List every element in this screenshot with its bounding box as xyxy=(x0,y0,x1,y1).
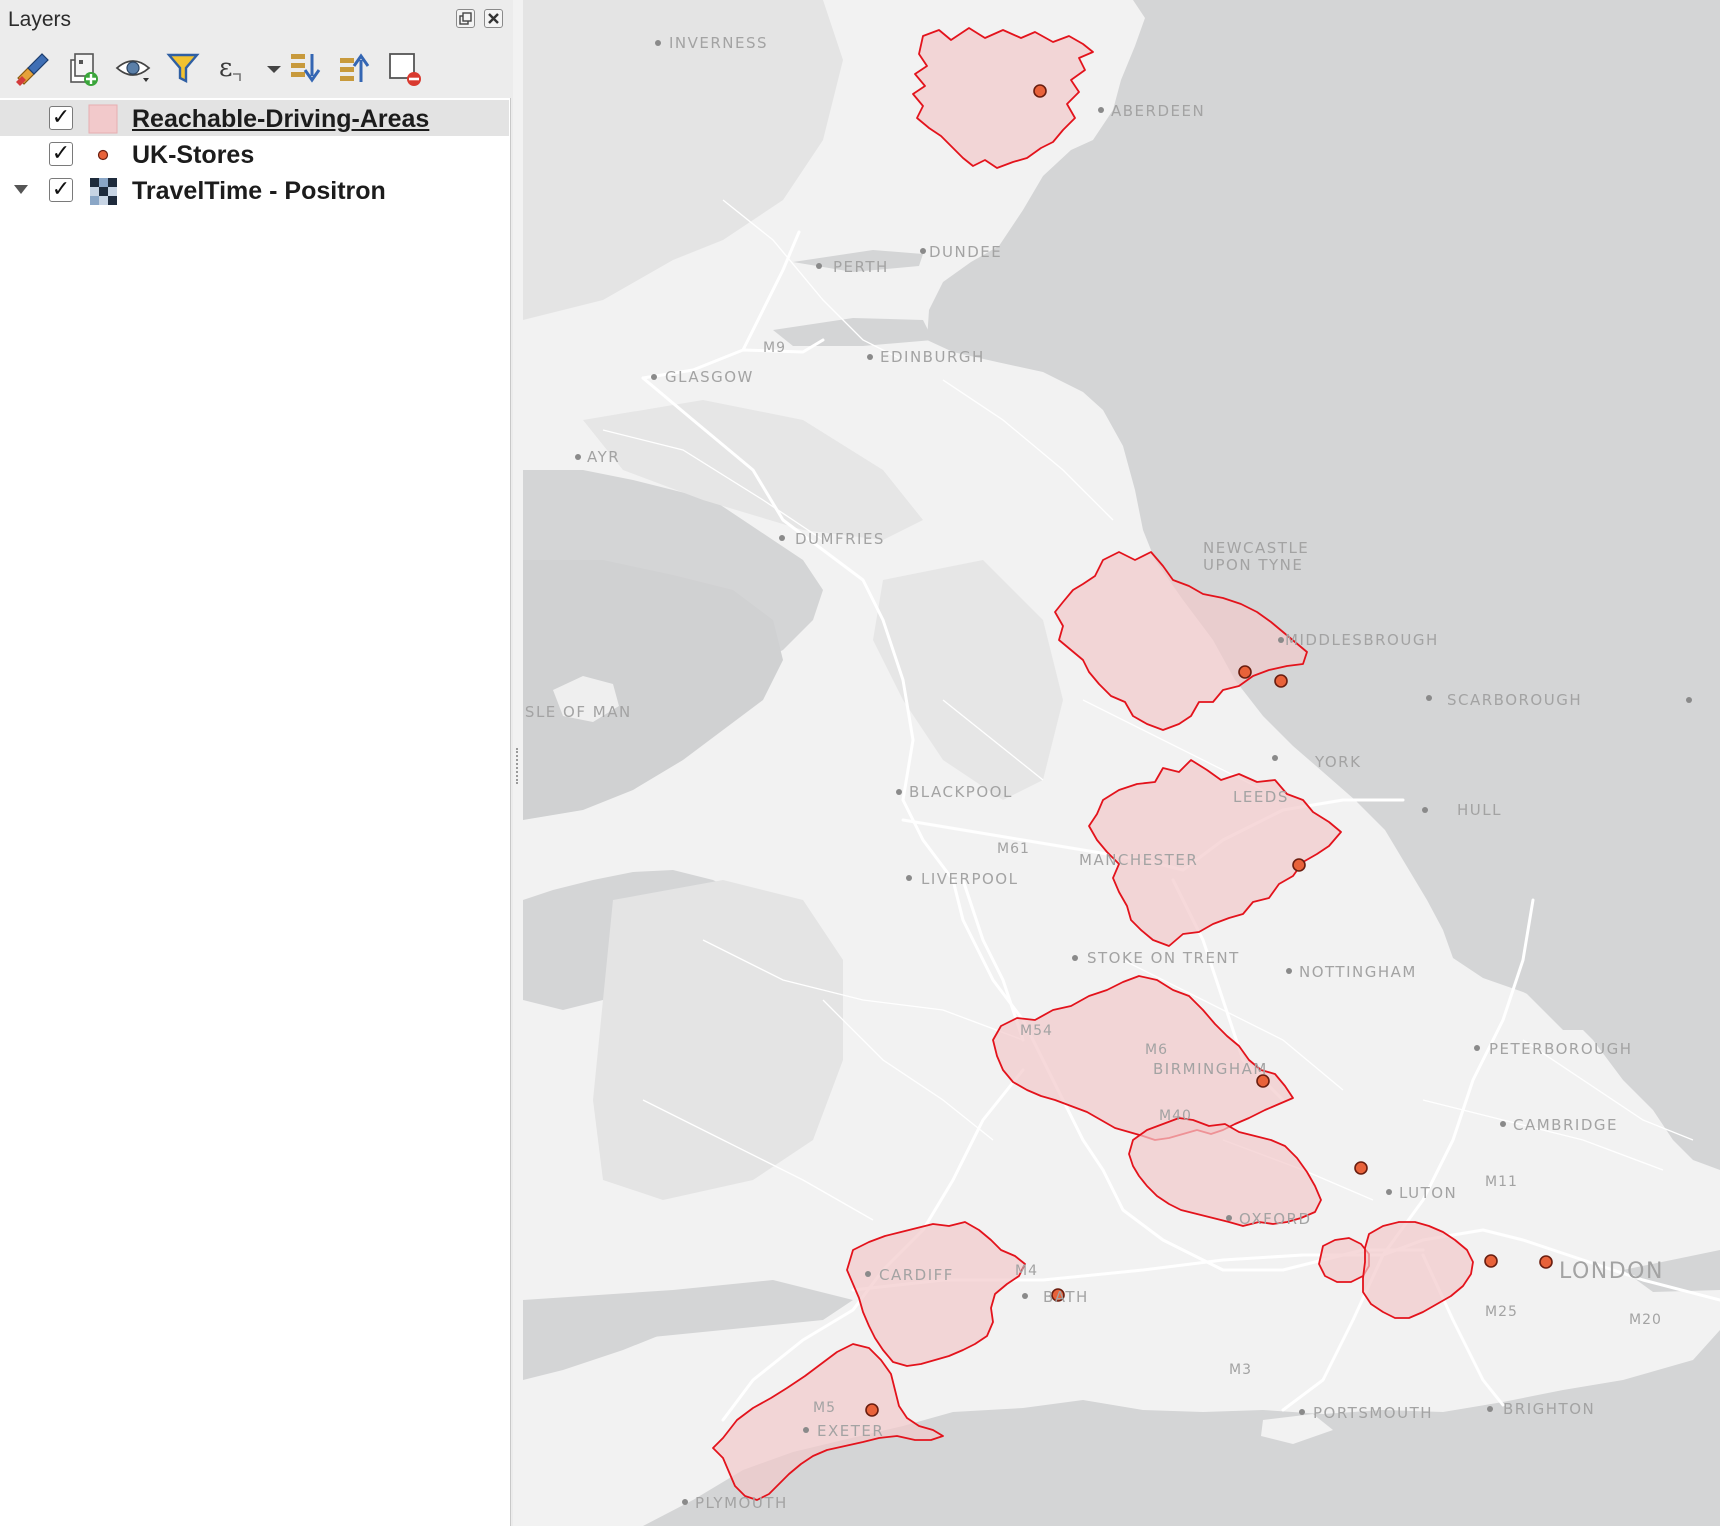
layer-tree: ✓ Reachable-Driving-Areas ✓ UK-Stores ✓ xyxy=(0,100,510,1526)
panel-splitter[interactable] xyxy=(513,0,523,1526)
float-panel-icon[interactable] xyxy=(456,9,475,28)
store-point[interactable] xyxy=(1354,1161,1368,1175)
place-label: PETERBOROUGH xyxy=(1489,1040,1633,1058)
layer-row-traveltime-positron[interactable]: ✓ TravelTime - Positron xyxy=(0,172,509,208)
visibility-button[interactable] xyxy=(113,48,153,88)
layers-toolbar: ε xyxy=(0,40,511,98)
layer-label: UK-Stores xyxy=(132,141,255,169)
place-label: STOKE ON TRENT xyxy=(1087,949,1240,967)
map-svg: INVERNESS ABERDEEN PERTH DUNDEE EDINBURG… xyxy=(523,0,1720,1526)
place-label: ISLE OF MAN xyxy=(523,703,632,721)
place-label: INVERNESS xyxy=(669,34,768,52)
place-label: MANCHESTER xyxy=(1079,851,1198,869)
place-label: YORK xyxy=(1314,753,1361,771)
expand-all-icon xyxy=(291,54,321,83)
expand-arrow-icon[interactable] xyxy=(14,185,28,194)
area-london-west xyxy=(1318,1237,1370,1283)
place-label: DUNDEE xyxy=(929,243,1002,261)
store-point[interactable] xyxy=(1539,1255,1553,1269)
layer-row-reachable-driving-areas[interactable]: ✓ Reachable-Driving-Areas xyxy=(0,100,509,136)
place-label: BATH xyxy=(1043,1288,1089,1306)
road-label: M3 xyxy=(1229,1362,1252,1378)
place-label: ABERDEEN xyxy=(1111,102,1205,120)
road-label: M20 xyxy=(1629,1312,1662,1328)
place-label: NEWCASTLE xyxy=(1203,539,1309,557)
place-label: AYR xyxy=(587,448,620,466)
place-label: EXETER xyxy=(817,1422,884,1440)
place-label: LUTON xyxy=(1399,1184,1457,1202)
road-label: M25 xyxy=(1485,1304,1518,1320)
road-label: M40 xyxy=(1159,1108,1192,1124)
filter-legend-button[interactable] xyxy=(163,48,203,88)
filter-icon xyxy=(166,53,200,83)
raster-tiles-icon xyxy=(88,176,118,206)
place-label: NOTTINGHAM xyxy=(1299,963,1417,981)
polygon-fill-icon xyxy=(88,104,118,134)
road-label: M5 xyxy=(813,1400,836,1416)
layer-row-uk-stores[interactable]: ✓ UK-Stores xyxy=(0,136,509,172)
place-label: GLASGOW xyxy=(665,368,754,386)
road-label: M6 xyxy=(1145,1042,1168,1058)
place-label: OXFORD xyxy=(1239,1210,1312,1228)
road-label: M9 xyxy=(763,340,786,356)
store-point[interactable] xyxy=(1292,858,1306,872)
place-label: EDINBURGH xyxy=(880,348,985,366)
add-group-button[interactable] xyxy=(62,48,102,88)
place-label: CARDIFF xyxy=(879,1266,954,1284)
remove-layer-icon xyxy=(389,53,421,86)
place-label: LIVERPOOL xyxy=(921,870,1018,888)
layer-label: Reachable-Driving-Areas xyxy=(132,105,430,133)
style-manager-button[interactable] xyxy=(12,48,52,88)
place-label: PORTSMOUTH xyxy=(1313,1404,1433,1422)
place-label: HULL xyxy=(1457,801,1502,819)
place-label: SCARBOROUGH xyxy=(1447,691,1582,709)
panel-title: Layers xyxy=(8,8,72,31)
store-point[interactable] xyxy=(1274,674,1288,688)
layer-visibility-checkbox[interactable]: ✓ xyxy=(49,178,73,202)
place-label: UPON TYNE xyxy=(1203,556,1303,574)
store-point[interactable] xyxy=(1238,665,1252,679)
place-label: PLYMOUTH xyxy=(695,1494,788,1512)
road-label: M11 xyxy=(1485,1174,1518,1190)
layer-label: TravelTime - Positron xyxy=(132,177,386,205)
layers-panel: Layers ε ✓ Reachable-Driving-Areas ✓ UK-… xyxy=(0,0,511,1526)
splitter-grip[interactable] xyxy=(516,748,521,784)
paintbrush-icon xyxy=(16,53,49,86)
expand-all-button[interactable] xyxy=(285,48,325,88)
map-canvas[interactable]: INVERNESS ABERDEEN PERTH DUNDEE EDINBURG… xyxy=(523,0,1720,1526)
store-point[interactable] xyxy=(865,1403,879,1417)
collapse-all-icon xyxy=(340,53,370,82)
place-label: CAMBRIDGE xyxy=(1513,1116,1618,1134)
collapse-all-button[interactable] xyxy=(334,48,374,88)
eye-icon xyxy=(115,60,151,82)
store-point[interactable] xyxy=(1484,1254,1498,1268)
expression-icon: ε xyxy=(219,53,241,83)
place-label: BIRMINGHAM xyxy=(1153,1060,1268,1078)
place-label: LONDON xyxy=(1559,1259,1664,1284)
remove-layer-button[interactable] xyxy=(384,48,424,88)
store-point[interactable] xyxy=(1033,84,1047,98)
layer-visibility-checkbox[interactable]: ✓ xyxy=(49,106,73,130)
filter-expression-button[interactable]: ε xyxy=(213,48,253,88)
place-label: MIDDLESBROUGH xyxy=(1285,631,1439,649)
point-marker-icon xyxy=(88,140,118,170)
place-label: LEEDS xyxy=(1233,788,1289,806)
expression-dropdown-button[interactable] xyxy=(254,48,281,88)
place-label: BLACKPOOL xyxy=(909,783,1013,801)
place-label: DUMFRIES xyxy=(795,530,885,548)
layer-visibility-checkbox[interactable]: ✓ xyxy=(49,142,73,166)
add-group-icon xyxy=(70,53,98,86)
svg-text:ε: ε xyxy=(219,53,232,83)
road-label: M54 xyxy=(1020,1023,1053,1039)
panel-titlebar: Layers xyxy=(0,0,511,40)
road-label: M4 xyxy=(1015,1263,1038,1279)
place-label: BRIGHTON xyxy=(1503,1400,1595,1418)
place-label: PERTH xyxy=(833,258,889,276)
road-label: M61 xyxy=(997,841,1030,857)
close-panel-icon[interactable] xyxy=(484,9,503,28)
